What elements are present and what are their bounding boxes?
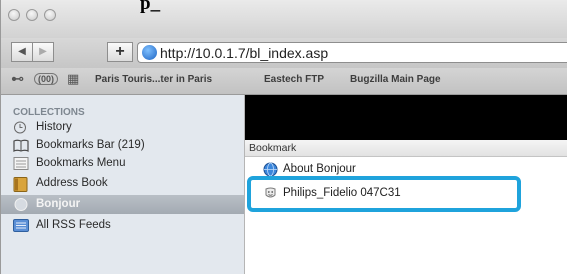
sidebar-item-label: Bookmarks Bar (219): [36, 139, 145, 151]
preview-area: [245, 95, 567, 140]
minimize-window-button[interactable]: [26, 9, 38, 21]
globe-icon: [263, 162, 278, 177]
close-window-button[interactable]: [8, 9, 20, 21]
collections-heading: COLLECTIONS: [13, 107, 85, 118]
globe-icon: [142, 45, 157, 60]
sidebar-item-label: Bookmarks Menu: [36, 157, 126, 169]
bookmark-row-label: About Bonjour: [283, 163, 356, 175]
address-field[interactable]: http://10.0.1.7/bl_index.asp: [137, 42, 567, 63]
column-header-label: Bookmark: [249, 142, 297, 154]
browser-window: ◀ ▶ + http://10.0.1.7/bl_index.asp ⊷ (00…: [0, 0, 567, 274]
caption-text: p_: [140, 0, 161, 14]
top-sites-icon[interactable]: (00): [34, 73, 59, 85]
screenshot-frame: ◀ ▶ + http://10.0.1.7/bl_index.asp ⊷ (00…: [0, 0, 567, 274]
back-button[interactable]: ◀: [11, 42, 33, 62]
sidebar-item-label: Address Book: [36, 177, 108, 189]
clock-icon: [13, 121, 29, 134]
sidebar-item-bonjour[interactable]: Bonjour: [1, 195, 244, 214]
show-all-bookmarks-icon[interactable]: ▦: [67, 71, 79, 87]
highlight-annotation: [247, 176, 521, 212]
bookmark-paris-tourism[interactable]: Paris Touris...ter in Paris: [95, 74, 212, 85]
title-bar: [1, 0, 567, 38]
url-text: http://10.0.1.7/bl_index.asp: [160, 45, 329, 61]
sidebar-item-all-rss-feeds[interactable]: All RSS Feeds: [9, 218, 245, 235]
zoom-window-button[interactable]: [44, 9, 56, 21]
sidebar-item-bookmarks-bar[interactable]: Bookmarks Bar (219): [9, 138, 245, 155]
sidebar-item-bookmarks-menu[interactable]: Bookmarks Menu: [9, 156, 245, 173]
bookmark-eastech-ftp[interactable]: Eastech FTP: [264, 74, 324, 85]
menu-icon: [13, 157, 29, 170]
sidebar-item-label: Bonjour: [36, 198, 81, 210]
sidebar-item-label: History: [36, 121, 72, 133]
collections-sidebar: COLLECTIONS History Bookmarks Bar (219) …: [1, 95, 245, 274]
reading-list-icon[interactable]: ⊷: [11, 71, 24, 87]
address-book-icon: [13, 177, 29, 192]
toolbar: ◀ ▶ + http://10.0.1.7/bl_index.asp: [1, 38, 567, 68]
rss-icon: [13, 219, 29, 232]
book-icon: [13, 139, 29, 152]
sidebar-item-address-book[interactable]: Address Book: [9, 176, 245, 193]
bonjour-icon: [13, 197, 29, 211]
bookmark-bugzilla[interactable]: Bugzilla Main Page: [350, 74, 441, 85]
add-bookmark-button[interactable]: +: [107, 42, 133, 62]
sidebar-item-label: All RSS Feeds: [36, 219, 111, 231]
sidebar-item-history[interactable]: History: [9, 120, 245, 137]
bookmarks-bar: ⊷ (00) ▦ Paris Touris...ter in Paris Eas…: [1, 68, 567, 95]
forward-button[interactable]: ▶: [32, 42, 54, 62]
column-header-bookmark[interactable]: Bookmark: [245, 140, 567, 157]
